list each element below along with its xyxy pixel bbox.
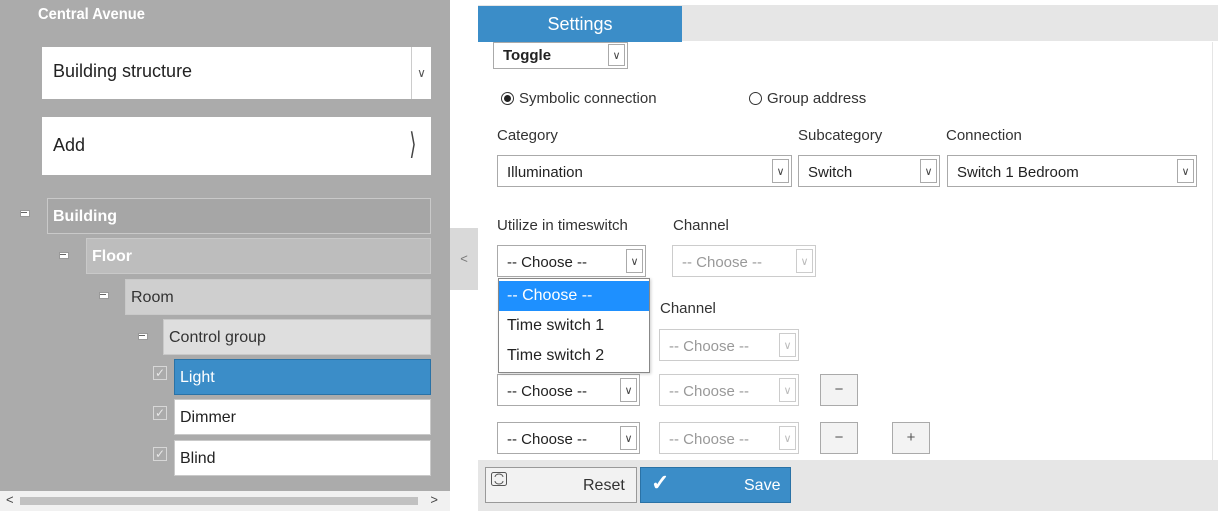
tree-node-label: Room [125,279,431,315]
chevron-down-icon: ∨ [608,44,625,66]
structure-panel: Central Avenue Building structure ∨ Add … [0,0,450,511]
category-select-value: Illumination [507,164,583,181]
collapse-toggle-icon[interactable] [97,290,109,299]
channel-label-2: Channel [660,300,716,317]
collapse-toggle-icon[interactable] [18,208,30,217]
dropdown-option[interactable]: Time switch 1 [499,311,649,341]
timeswitch-select-3[interactable]: -- Choose -- ∨ [497,374,640,406]
timeswitch-dropdown-list: -- Choose -- Time switch 1 Time switch 2 [498,278,650,373]
chevron-down-icon: ∨ [620,378,637,402]
subcategory-label: Subcategory [798,127,883,144]
add-button-label: Add [53,135,86,155]
radio-symbolic-label: Symbolic connection [519,90,657,107]
horizontal-scrollbar[interactable]: < > [0,491,450,511]
radio-group-label: Group address [767,90,867,107]
structure-select-value: Building structure [53,61,193,81]
channel-select-value: -- Choose -- [669,338,750,355]
reset-label: Reset [583,477,625,494]
timeswitch-select-4[interactable]: -- Choose -- ∨ [497,422,640,454]
channel-select-3[interactable]: -- Choose -- ∨ [659,374,799,406]
channel-label: Channel [673,217,729,234]
checkbox-blind[interactable]: ✓ [153,447,167,461]
connection-label: Connection [946,127,1022,144]
mode-select[interactable]: Toggle ∨ [493,42,628,69]
category-label: Category [497,127,558,144]
dropdown-option[interactable]: Time switch 2 [499,341,649,371]
tab-settings[interactable]: Settings [478,6,682,42]
dropdown-option[interactable]: -- Choose -- [499,281,649,311]
timeswitch-label: Utilize in timeswitch [497,217,628,234]
scroll-right-icon[interactable]: > [430,492,438,507]
tree-node-label: Building [47,198,431,234]
chevron-down-icon: ∨ [920,159,937,183]
collapse-toggle-icon[interactable] [57,250,69,259]
tree-node-dimmer[interactable]: Dimmer [174,399,431,435]
chevron-down-icon: ∨ [779,378,796,402]
subcategory-select[interactable]: Switch ∨ [798,155,940,187]
channel-select-2[interactable]: -- Choose -- ∨ [659,329,799,361]
tree-node-label: Control group [163,319,431,355]
tree-node-control-group[interactable]: Control group [163,319,431,355]
timeswitch-select-1[interactable]: -- Choose -- ∨ [497,245,646,277]
scroll-left-icon[interactable]: < [6,492,14,507]
channel-select-value: -- Choose -- [669,431,750,448]
tree-node-room[interactable]: Room [125,279,431,315]
timeswitch-select-value: -- Choose -- [507,254,588,271]
structure-select[interactable]: Building structure ∨ [42,47,431,99]
chevron-down-icon: ∨ [779,333,796,357]
save-label: Save [744,477,781,494]
tree-node-light[interactable]: Light [174,359,431,395]
project-title: Central Avenue [38,6,145,23]
checkbox-light[interactable]: ✓ [153,366,167,380]
channel-select-value: -- Choose -- [669,383,750,400]
tree-node-label: Floor [86,238,431,274]
save-button[interactable]: ✓ Save [640,467,791,503]
connection-select[interactable]: Switch 1 Bedroom ∨ [947,155,1197,187]
remove-row-button[interactable]: − [820,422,858,454]
tree-node-blind[interactable]: Blind [174,440,431,476]
add-button[interactable]: Add ⟩ [42,117,431,175]
chevron-down-icon: ∨ [620,426,637,450]
chevron-down-icon: ∨ [626,249,643,273]
collapse-toggle-icon[interactable] [136,331,148,340]
chevron-down-icon: ∨ [796,249,813,273]
reset-icon [491,472,507,486]
remove-row-button[interactable]: − [820,374,858,406]
chevron-down-icon: ∨ [779,426,796,450]
connection-select-value: Switch 1 Bedroom [957,164,1079,181]
timeswitch-select-value: -- Choose -- [507,383,588,400]
chevron-right-icon: ⟩ [409,128,417,161]
radio-symbolic-connection[interactable] [501,92,514,105]
reset-button[interactable]: Reset [485,467,637,503]
tree-node-floor[interactable]: Floor [86,238,431,274]
add-row-button[interactable]: + [892,422,930,454]
timeswitch-select-value: -- Choose -- [507,431,588,448]
tree-node-building[interactable]: Building [47,198,431,234]
collapse-panel-button[interactable]: < [450,228,478,290]
radio-group-address[interactable] [749,92,762,105]
checkmark-icon: ✓ [651,470,670,495]
chevron-down-icon: ∨ [772,159,789,183]
checkbox-dimmer[interactable]: ✓ [153,406,167,420]
channel-select-4[interactable]: -- Choose -- ∨ [659,422,799,454]
mode-select-value: Toggle [503,47,552,64]
chevron-down-icon: ∨ [411,47,431,99]
subcategory-select-value: Switch [808,164,853,181]
divider [1212,42,1213,460]
chevron-down-icon: ∨ [1177,159,1194,183]
scrollbar-thumb[interactable] [20,497,418,505]
category-select[interactable]: Illumination ∨ [497,155,792,187]
channel-select-1[interactable]: -- Choose -- ∨ [672,245,816,277]
tree-node-label: Blind [174,440,431,476]
channel-select-value: -- Choose -- [682,254,763,271]
tree-node-label: Light [174,359,431,395]
tree-node-label: Dimmer [174,399,431,435]
